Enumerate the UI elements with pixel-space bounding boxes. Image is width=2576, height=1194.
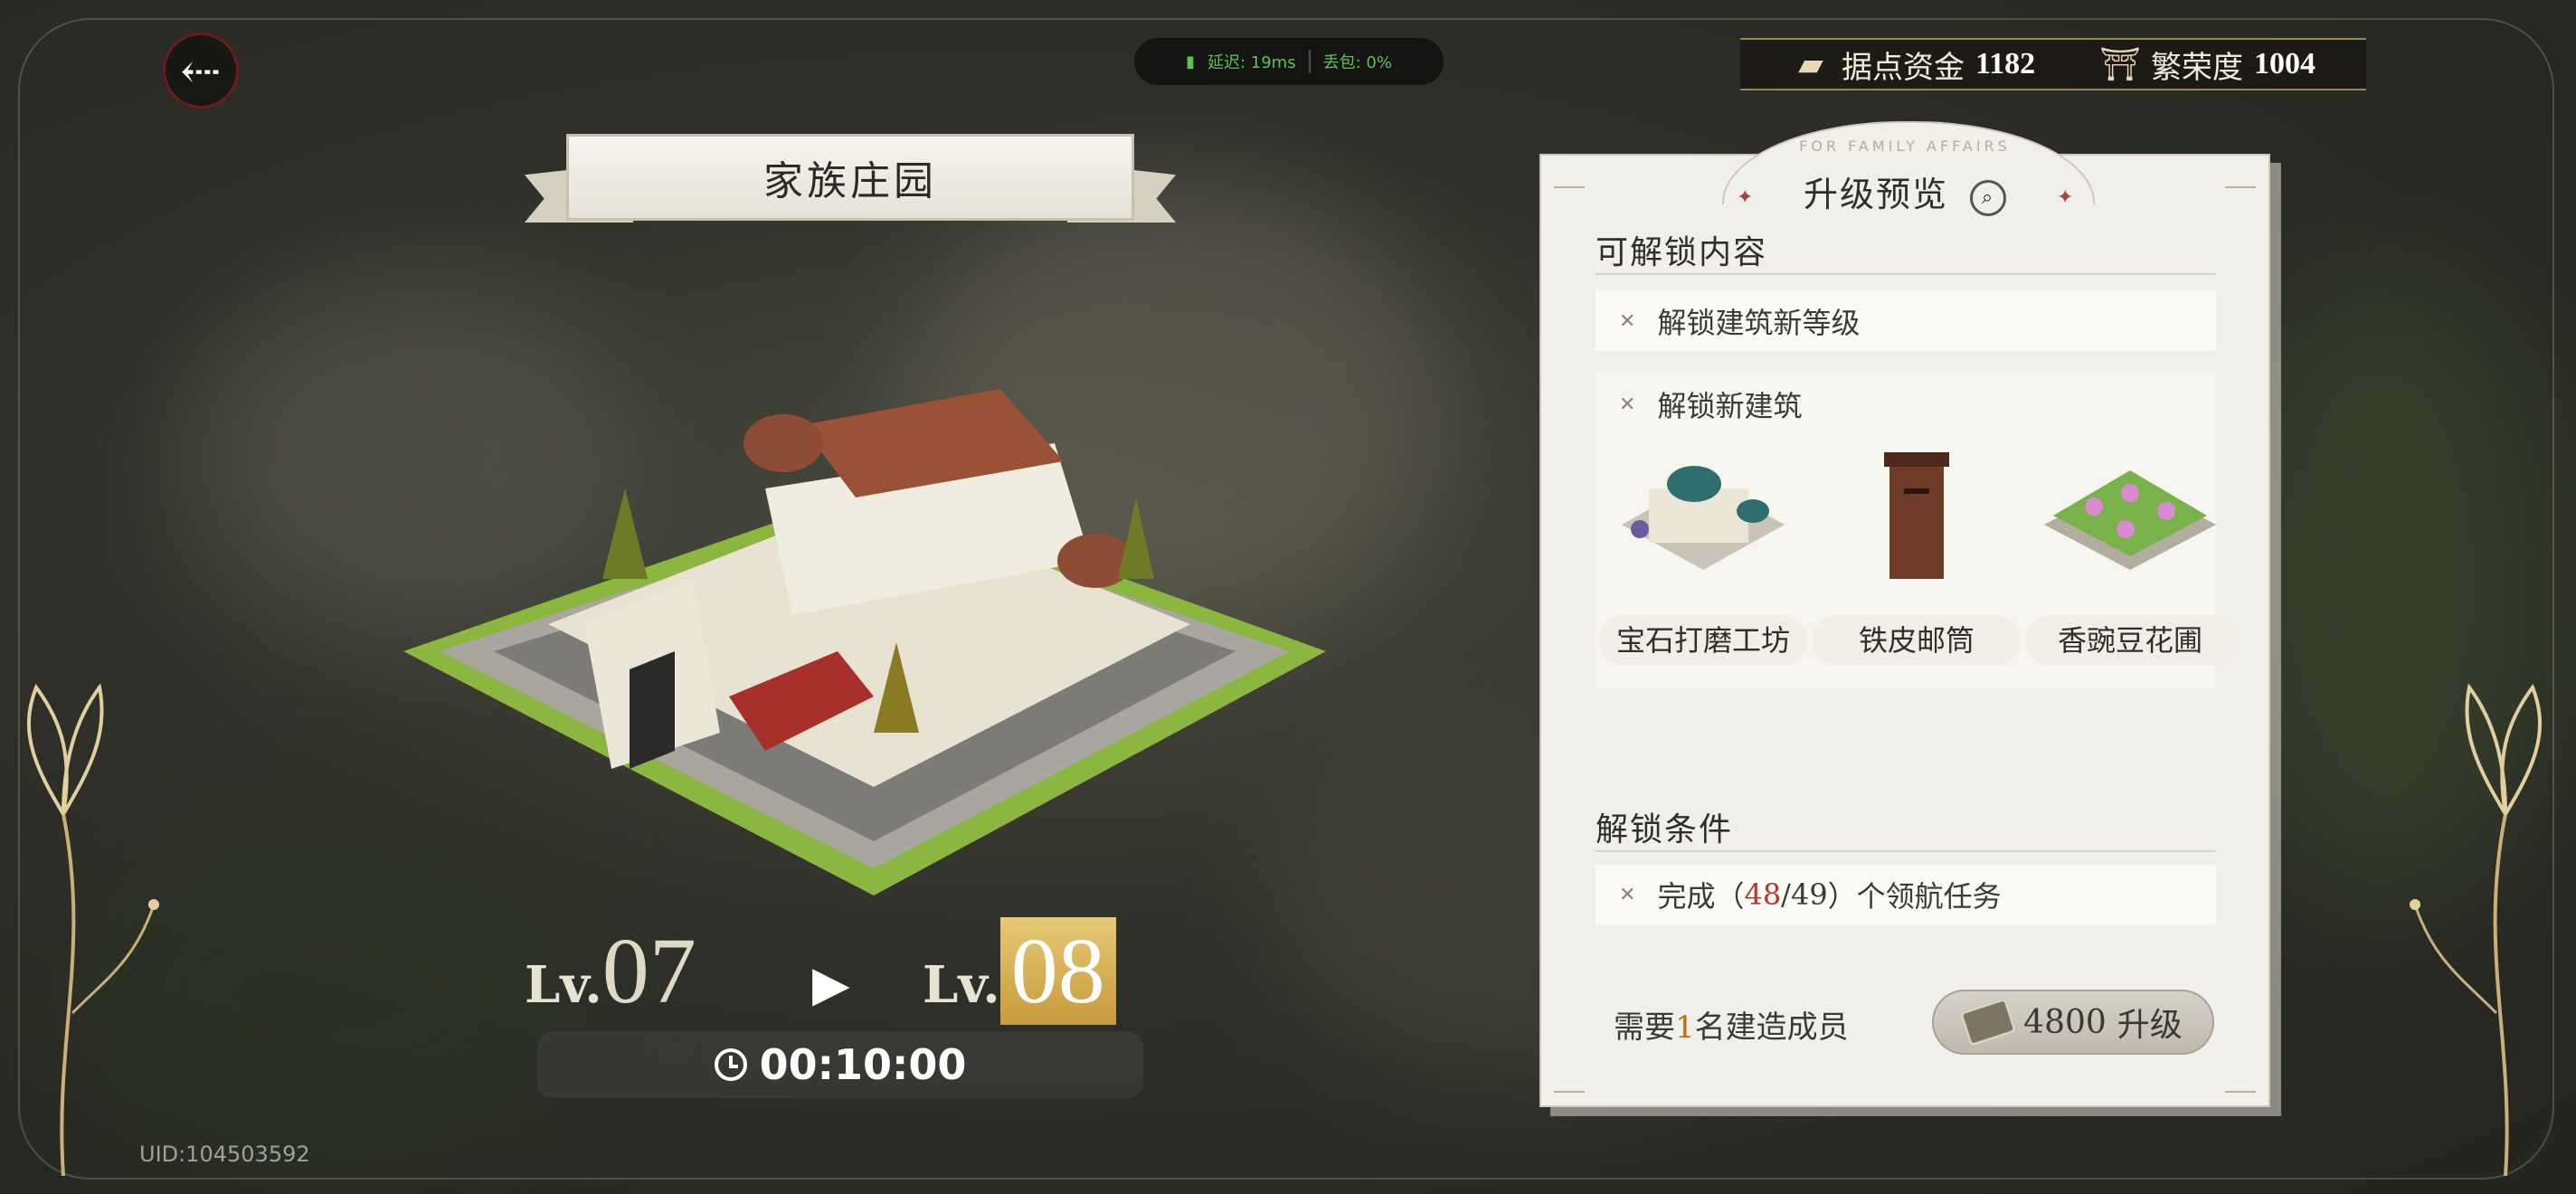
builders-count: 1	[1675, 1009, 1695, 1046]
upgrade-preview-panel: FOR FAMILY AFFAIRS ✦ ✦ 升级预览 ⌕ 可解锁内容 ✕ 解锁…	[1539, 121, 2270, 1107]
panel-arch-text: FOR FAMILY AFFAIRS	[1799, 137, 2011, 155]
latency-text: 延迟: 19ms	[1207, 53, 1296, 72]
upgrade-timer: 00:10:00	[537, 1031, 1143, 1098]
current-level-number: 07	[601, 919, 696, 1023]
user-id: UID:104503592	[139, 1142, 310, 1167]
resource-prosperity[interactable]: ⛩ 繁荣度 1004	[2099, 43, 2316, 87]
new-building-gem-workshop[interactable]: 宝石打磨工坊	[1599, 443, 1807, 669]
condition-section-heading: 解锁条件	[1596, 811, 1734, 848]
panel-title-row: 升级预览 ⌕	[1541, 166, 2268, 216]
divider	[1308, 50, 1311, 73]
unlock-section-heading: 可解锁内容	[1596, 234, 1768, 271]
unlock-level-row: ✕ 解锁建筑新等级	[1596, 291, 2216, 351]
clock-icon	[714, 1048, 747, 1081]
gem-workshop-icon	[1622, 466, 1785, 570]
building-title-ribbon: 家族庄园	[525, 134, 1176, 233]
new-buildings-box: ✕ 解锁新建筑 宝石打磨工坊 铁皮邮筒 香豌豆花圃	[1596, 371, 2234, 687]
lily-ornament-left	[27, 683, 159, 1176]
condition-row: ✕ 完成（ 48 / 49 ）个领航任务	[1596, 865, 2216, 924]
resource-value: 1182	[1975, 47, 2036, 81]
upgrade-button[interactable]: 4800 升级	[1932, 990, 2214, 1055]
unlock-new-text: 解锁新建筑	[1657, 389, 1803, 423]
packet-loss-text: 丢包: 0%	[1322, 53, 1392, 72]
bullet-icon: ✕	[1619, 393, 1636, 416]
level-prefix: Lv.	[923, 955, 1000, 1015]
base-funds-icon	[1959, 997, 2018, 1047]
network-status: ▮ 延迟: 19ms 丢包: 0%	[1134, 38, 1444, 85]
building-title: 家族庄园	[566, 134, 1134, 221]
condition-separator: /	[1781, 877, 1791, 912]
new-building-mailbox[interactable]: 铁皮邮筒	[1813, 443, 2021, 669]
building-name: 香豌豆花圃	[2026, 615, 2234, 666]
corner-ornament	[2225, 168, 2256, 188]
unlock-level-text: 解锁建筑新等级	[1657, 306, 1861, 340]
current-level: Lv. 07	[525, 917, 696, 1025]
timer-value: 00:10:00	[759, 1040, 967, 1089]
level-display: Lv. 07 ▶ Lv. 08	[525, 917, 1158, 1026]
unlock-new-row: ✕ 解锁新建筑	[1619, 384, 1802, 425]
bullet-icon: ✕	[1619, 883, 1636, 906]
next-level: Lv. 08	[923, 917, 1116, 1025]
magnifier-icon[interactable]: ⌕	[1970, 179, 2007, 216]
signal-icon: ▮	[1186, 52, 1195, 71]
mailbox-icon	[1884, 452, 1949, 579]
panel-title: 升级预览	[1803, 175, 1948, 214]
builders-requirement: 需要1名建造成员	[1614, 1002, 1849, 1047]
corner-ornament	[2225, 1073, 2256, 1093]
back-button[interactable]: ⇠	[163, 33, 239, 109]
new-building-flower-bed[interactable]: 香豌豆花圃	[2026, 443, 2234, 669]
corner-ornament	[1554, 168, 1585, 188]
building-name: 铁皮邮筒	[1813, 615, 2021, 666]
condition-text: 完成（	[1657, 879, 1745, 914]
resource-label: 据点资金	[1841, 49, 1965, 86]
condition-total: 49	[1790, 877, 1828, 912]
base-funds-icon: ▰	[1798, 45, 1823, 83]
resource-value: 1004	[2254, 47, 2316, 81]
condition-progress: 48	[1744, 877, 1782, 912]
resource-base-funds[interactable]: ▰ 据点资金 1182	[1791, 43, 2035, 87]
corner-ornament	[1554, 1073, 1585, 1093]
builders-text: 需要	[1614, 1009, 1675, 1046]
flower-bed-icon	[2044, 470, 2216, 570]
back-arrow-icon: ⇠	[180, 42, 222, 100]
condition-text: ）个领航任务	[1827, 879, 2002, 914]
bullet-icon: ✕	[1619, 309, 1636, 333]
upgrade-label: 升级	[2117, 1007, 2183, 1044]
divider	[1596, 273, 2216, 275]
resource-label: 繁荣度	[2151, 49, 2244, 86]
upgrade-cost: 4800	[2023, 1003, 2107, 1041]
building-name: 宝石打磨工坊	[1599, 615, 1807, 666]
manor-illustration[interactable]	[403, 353, 1344, 896]
resource-bar: ▰ 据点资金 1182 ⛩ 繁荣度 1004	[1740, 38, 2366, 90]
next-level-number: 08	[999, 917, 1116, 1025]
prosperity-icon: ⛩	[2099, 46, 2141, 83]
builders-text: 名建造成员	[1694, 1009, 1849, 1046]
lily-ornament-right	[2410, 683, 2542, 1176]
level-prefix: Lv.	[525, 955, 602, 1015]
level-arrow-icon: ▶	[812, 955, 850, 1012]
divider	[1596, 850, 2216, 852]
